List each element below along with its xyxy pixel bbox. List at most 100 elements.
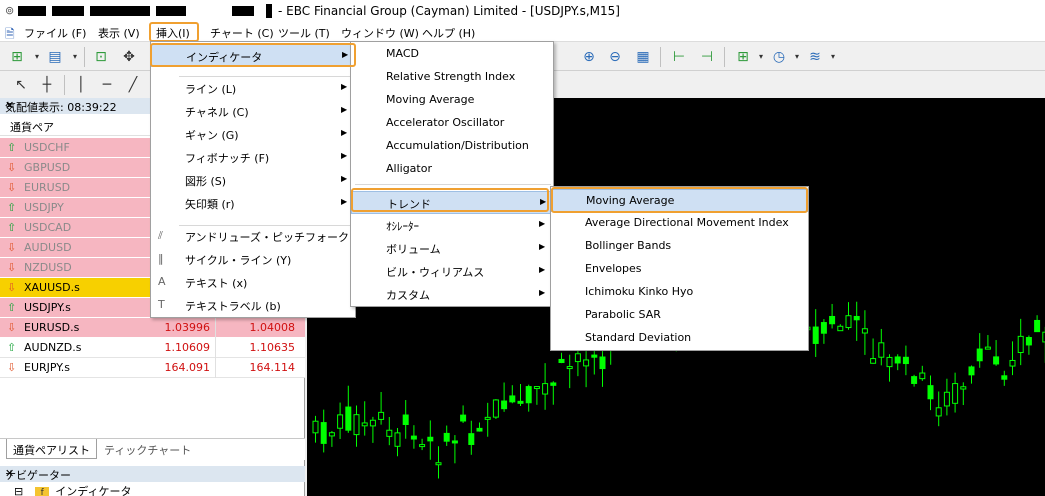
periods-clock-icon[interactable]: ◷ <box>770 48 788 66</box>
symbol-column-header: 通貨ペア <box>10 121 54 134</box>
navigator-icon[interactable]: ✥ <box>120 48 138 66</box>
candle-body <box>558 358 565 364</box>
candle-body <box>312 420 319 434</box>
trend-menu-item-label: Bollinger Bands <box>585 239 672 252</box>
insert-menu-item[interactable]: チャネル (C) ▶ <box>151 100 355 123</box>
insert-menu-item[interactable]: ギャン (G) ▶ <box>151 123 355 146</box>
insert-menu-item[interactable]: T テキストラベル (b) <box>151 294 355 317</box>
insert-menu-item[interactable]: 矢印類 (r) ▶ <box>151 192 355 215</box>
auto-scroll-icon[interactable]: ⊣ <box>698 48 716 66</box>
tab-symbols[interactable]: 通貨ペアリスト <box>6 439 97 459</box>
indicator-menu-item[interactable]: Accumulation/Distribution <box>351 135 553 158</box>
crosshair-icon[interactable]: ┼ <box>38 76 56 94</box>
app-logo-icon: ⊚ <box>5 4 15 17</box>
ask-price: 1.10635 <box>249 341 296 354</box>
dropdown-arrow-icon[interactable]: ▾ <box>752 48 770 66</box>
candle-body <box>1009 359 1016 367</box>
trend-menu-item[interactable]: Ichimoku Kinko Hyo <box>551 281 808 304</box>
trend-menu-item[interactable]: Average Directional Movement Index <box>551 212 808 235</box>
symbol-name: AUDNZD.s <box>24 341 82 354</box>
trend-menu-item-label: Average Directional Movement Index <box>585 216 789 229</box>
dropdown-arrow-icon[interactable]: ▾ <box>824 48 842 66</box>
candle-body <box>525 386 532 404</box>
cursor-icon[interactable]: ↖ <box>12 76 30 94</box>
symbol-row[interactable]: ⇩ EURUSD.s 1.03996 1.04008 <box>0 318 305 338</box>
candle-body <box>369 419 376 427</box>
redacted-text <box>266 4 272 18</box>
trend-menu-item[interactable]: Envelopes <box>551 258 808 281</box>
indicator-menu-item[interactable]: Alligator <box>351 158 553 181</box>
trend-menu-item[interactable]: Standard Deviation <box>551 327 808 350</box>
insert-menu-item[interactable]: ⫽ アンドリューズ・ピッチフォーク (A) <box>151 225 369 248</box>
zoom-in-icon[interactable]: ⊕ <box>580 48 598 66</box>
close-icon[interactable]: ✕ <box>5 99 14 112</box>
arrow-up-icon: ⇧ <box>7 201 17 214</box>
insert-menu-item[interactable]: 図形 (S) ▶ <box>151 169 355 192</box>
candle-body <box>599 356 606 370</box>
menu-file[interactable]: ファイル (F) <box>24 25 86 41</box>
indicators-list-icon[interactable]: ⊞ <box>734 48 752 66</box>
vertical-line-icon[interactable]: │ <box>72 76 90 94</box>
text-label-icon: T <box>158 298 165 311</box>
market-watch-icon[interactable]: ⊡ <box>92 48 110 66</box>
tree-expand-icon[interactable]: ⊟ <box>14 485 23 496</box>
insert-menu: インディケータ ▶ ライン (L) ▶ チャネル (C) ▶ ギャン (G) ▶ フィボナッチ … <box>150 41 369 318</box>
trend-item-highlight <box>351 188 549 212</box>
indicator-menu-item[interactable]: Relative Strength Index <box>351 66 553 89</box>
dropdown-arrow-icon[interactable]: ▾ <box>66 48 84 66</box>
menu-view[interactable]: 表示 (V) <box>98 25 140 41</box>
chart-shift-icon[interactable]: ⊢ <box>670 48 688 66</box>
symbol-row[interactable]: ⇧ AUDNZD.s 1.10609 1.10635 <box>0 338 305 358</box>
candle-body <box>517 400 524 404</box>
arrow-down-icon: ⇩ <box>7 361 17 374</box>
indicator-menu-item[interactable]: ビル・ウィリアムス ▶ <box>351 260 553 283</box>
indicator-menu-item[interactable]: Moving Average <box>351 89 553 112</box>
arrow-down-icon: ⇩ <box>7 281 17 294</box>
trend-menu-item[interactable]: Bollinger Bands <box>551 235 808 258</box>
navigator-item-label: インディケータ <box>55 485 132 496</box>
indicator-menu-item[interactable]: ｵｼﾚｰﾀｰ ▶ <box>351 214 553 237</box>
candle-body <box>894 356 901 364</box>
candle-body <box>328 432 335 437</box>
candle-body <box>853 315 860 321</box>
symbol-name: AUDUSD <box>24 241 72 254</box>
zoom-out-icon[interactable]: ⊖ <box>606 48 624 66</box>
insert-menu-item[interactable]: ライン (L) ▶ <box>151 77 355 100</box>
indicator-menu-item[interactable]: ボリューム ▶ <box>351 237 553 260</box>
indicator-menu-item[interactable]: カスタム ▶ <box>351 283 553 306</box>
close-icon[interactable]: ✕ <box>5 467 14 480</box>
insert-menu-item[interactable]: フィボナッチ (F) ▶ <box>151 146 355 169</box>
candle-body <box>501 400 508 410</box>
ask-price: 164.114 <box>249 361 296 374</box>
menu-help[interactable]: ヘルプ (H) <box>422 25 475 41</box>
profiles-icon[interactable]: ▤ <box>46 48 64 66</box>
trendline-icon[interactable]: ╱ <box>124 76 142 94</box>
insert-menu-item-label: サイクル・ライン (Y) <box>185 254 292 267</box>
dropdown-arrow-icon[interactable]: ▾ <box>788 48 806 66</box>
navigator-item-indicators[interactable]: ⊟ f インディケータ <box>14 483 131 496</box>
insert-menu-item[interactable]: A テキスト (x) <box>151 271 355 294</box>
insert-menu-item[interactable]: ‖ サイクル・ライン (Y) <box>151 248 355 271</box>
new-chart-icon[interactable]: ⊞ <box>8 48 26 66</box>
horizontal-line-icon[interactable]: ─ <box>98 76 116 94</box>
indicator-menu-item[interactable]: Accelerator Oscillator <box>351 112 553 135</box>
menu-tools[interactable]: ツール (T) <box>278 25 330 41</box>
trend-menu-item[interactable]: Parabolic SAR <box>551 304 808 327</box>
templates-icon[interactable]: ≋ <box>806 48 824 66</box>
dropdown-arrow-icon[interactable]: ▾ <box>28 48 46 66</box>
indicator-menu-item-label: Moving Average <box>386 93 475 106</box>
candle-body <box>1017 335 1024 354</box>
symbol-row[interactable]: ⇩ EURJPY.s 164.091 164.114 <box>0 358 305 378</box>
menu-window[interactable]: ウィンドウ (W) <box>341 25 419 41</box>
submenu-arrow-icon: ▶ <box>341 82 348 91</box>
symbol-name: USDCHF <box>24 141 70 154</box>
menu-chart[interactable]: チャート (C) <box>210 25 274 41</box>
submenu-arrow-icon: ▶ <box>341 128 348 137</box>
candle-body <box>861 328 868 334</box>
candle-body <box>378 411 385 420</box>
indicator-menu-item[interactable]: MACD <box>351 43 553 66</box>
candle-body <box>960 386 967 390</box>
tab-tick-chart[interactable]: ティックチャート <box>104 442 191 458</box>
indicator-menu-item-label: MACD <box>386 47 419 60</box>
tile-windows-icon[interactable]: ▦ <box>634 48 652 66</box>
